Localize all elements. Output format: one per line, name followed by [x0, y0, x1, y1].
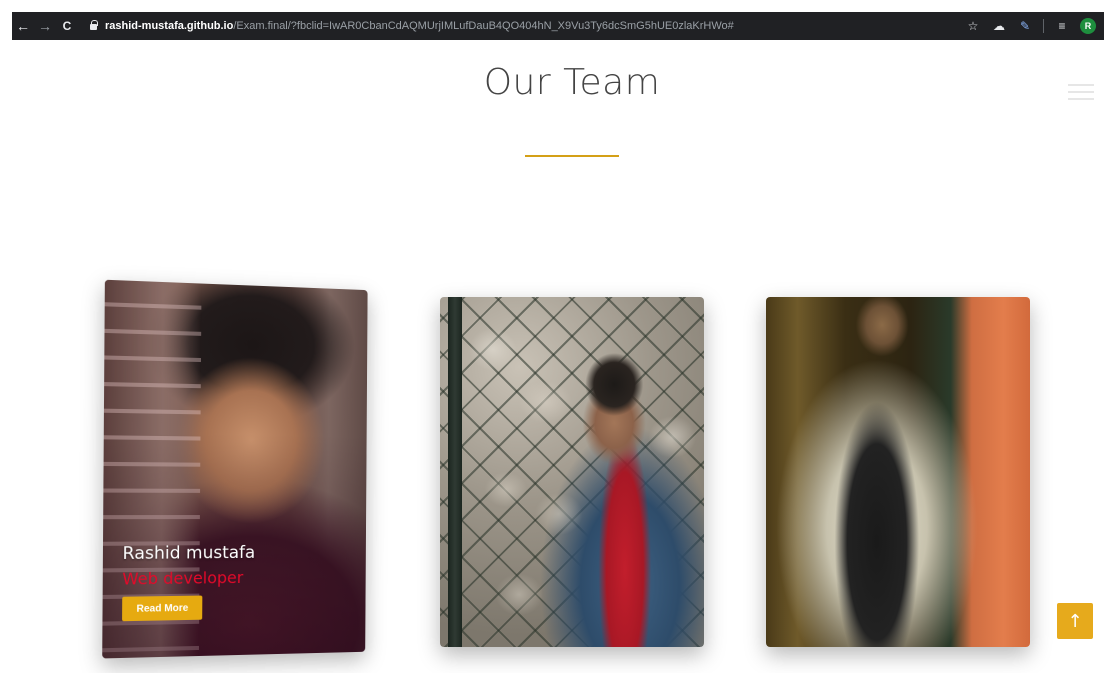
back-arrow-icon[interactable]: ←: [12, 15, 34, 37]
title-underline: [525, 155, 619, 157]
member-role: Web developer: [122, 567, 244, 589]
hamburger-menu-icon[interactable]: [1068, 84, 1094, 102]
card-photo-texture: [440, 297, 704, 647]
forward-arrow-icon[interactable]: →: [34, 15, 56, 37]
bookmark-star-icon[interactable]: ☆: [965, 19, 981, 33]
pen-icon[interactable]: ✎: [1017, 19, 1033, 33]
extension-icon[interactable]: ☁: [991, 19, 1007, 33]
team-card-3[interactable]: [766, 297, 1030, 647]
toolbar-divider: [1043, 19, 1044, 33]
card-photo-post: [448, 297, 462, 647]
url-path: /Exam.final/?fbclid=IwAR0CbanCdAQMUrjIML…: [233, 20, 734, 32]
toolbar-actions: ☆ ☁ ✎ ≡ R: [965, 18, 1096, 34]
lock-icon: [90, 20, 98, 30]
browser-toolbar: ← → C rashid-mustafa.github.io/Exam.fina…: [12, 12, 1104, 40]
address-bar[interactable]: rashid-mustafa.github.io/Exam.final/?fbc…: [84, 15, 965, 37]
reload-icon[interactable]: C: [56, 15, 78, 37]
media-queue-icon[interactable]: ≡: [1054, 19, 1070, 33]
read-more-button[interactable]: Read More: [122, 595, 203, 622]
team-card-2[interactable]: [440, 297, 704, 647]
member-name: Rashid mustafa: [122, 542, 256, 565]
url-host: rashid-mustafa.github.io: [105, 20, 234, 32]
page-title: Our Team: [483, 62, 661, 103]
profile-avatar[interactable]: R: [1080, 18, 1096, 34]
scroll-to-top-button[interactable]: ↑: [1057, 603, 1093, 639]
team-card-1[interactable]: Rashid mustafa Web developer Read More: [102, 279, 368, 659]
